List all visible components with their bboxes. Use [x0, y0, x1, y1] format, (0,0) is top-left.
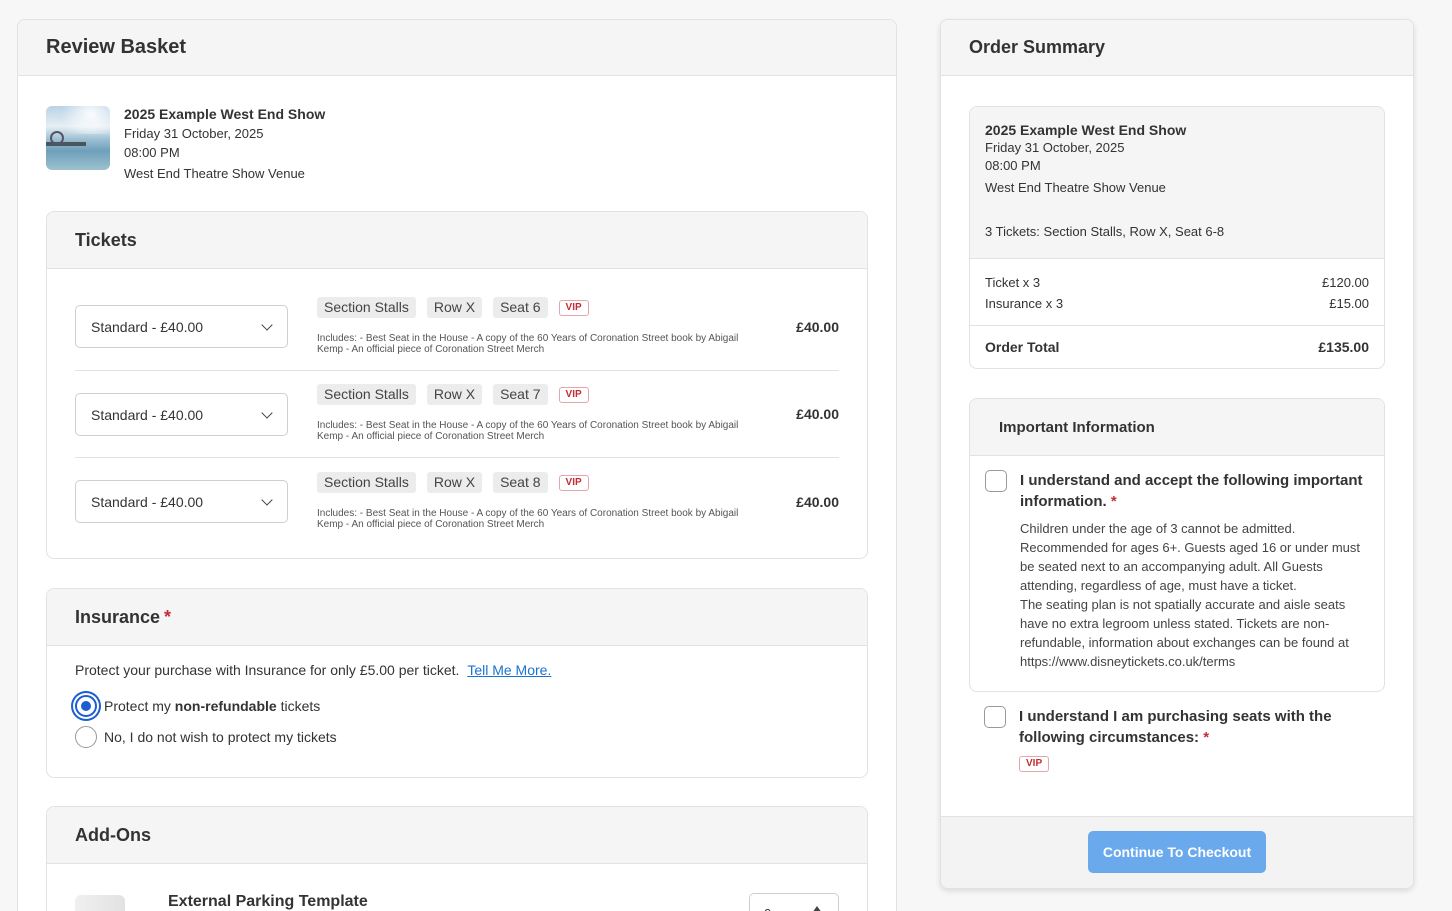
- insurance-title-text: Insurance: [75, 606, 161, 627]
- ticket-type-select[interactable]: Standard - £40.00: [75, 305, 288, 348]
- ticket-price: £40.00: [796, 319, 839, 335]
- event-name: 2025 Example West End Show: [124, 106, 326, 122]
- order-total-label: Order Total: [985, 339, 1060, 355]
- ticket-row: Standard - £40.00 Section Stalls Row X S…: [75, 371, 839, 458]
- insurance-no-label: No, I do not wish to protect my tickets: [104, 729, 337, 745]
- chevron-down-icon: [261, 407, 273, 419]
- continue-to-checkout-button[interactable]: Continue To Checkout: [1088, 831, 1266, 873]
- chevron-down-icon: [261, 319, 273, 331]
- ticket-type-select[interactable]: Standard - £40.00: [75, 393, 288, 436]
- row-tag: Row X: [426, 472, 483, 493]
- cost-label: Insurance x 3: [985, 296, 1064, 311]
- row-tag: Row X: [426, 297, 483, 318]
- circumstances-checkbox[interactable]: [984, 706, 1006, 728]
- increment-arrow-icon[interactable]: [812, 906, 822, 911]
- tickets-title: Tickets: [47, 212, 867, 269]
- summary-tickets-line: 3 Tickets: Section Stalls, Row X, Seat 6…: [985, 224, 1225, 239]
- order-summary-panel: Order Summary 2025 Example West End Show…: [940, 19, 1414, 889]
- ticket-type-value: Standard - £40.00: [91, 406, 204, 423]
- order-summary-title: Order Summary: [941, 20, 1413, 76]
- insurance-yes-radio[interactable]: [75, 695, 97, 717]
- cost-value: £15.00: [1329, 296, 1369, 311]
- section-tag: Section Stalls: [317, 384, 416, 405]
- ticket-type-select[interactable]: Standard - £40.00: [75, 480, 288, 523]
- row-tag: Row X: [426, 384, 483, 405]
- summary-event-name: 2025 Example West End Show: [985, 122, 1187, 138]
- review-basket-panel: Review Basket 2025 Example West End Show…: [17, 19, 897, 911]
- ticket-row: Standard - £40.00 Section Stalls Row X S…: [75, 284, 839, 371]
- summary-event-time: 08:00 PM: [985, 158, 1041, 173]
- cost-value: £120.00: [1322, 275, 1369, 290]
- insurance-title: Insurance *: [47, 589, 867, 646]
- cost-breakdown: Ticket x 3 £120.00 Insurance x 3 £15.00: [970, 259, 1384, 326]
- insurance-text: Protect your purchase with Insurance for…: [75, 662, 460, 678]
- insurance-option-yes[interactable]: Protect my non-refundable tickets: [75, 695, 320, 717]
- section-tag: Section Stalls: [317, 472, 416, 493]
- important-information-box: Important Information I understand and a…: [969, 398, 1385, 692]
- important-information-title: Important Information: [970, 399, 1384, 456]
- cost-label: Ticket x 3: [985, 275, 1041, 290]
- important-information-text: Children under the age of 3 cannot be ad…: [1020, 519, 1368, 671]
- insurance-yes-label: Protect my non-refundable tickets: [104, 698, 321, 714]
- ticket-includes: Includes: - Best Seat in the House - A c…: [317, 420, 739, 442]
- required-asterisk: *: [164, 606, 172, 627]
- chevron-down-icon: [261, 494, 273, 506]
- info-paragraph: The seating plan is not spatially accura…: [1020, 597, 1349, 669]
- tell-me-more-link[interactable]: Tell Me More.: [467, 662, 551, 678]
- insurance-description: Protect your purchase with Insurance for…: [75, 662, 551, 678]
- insurance-no-radio[interactable]: [75, 726, 97, 748]
- ticket-row: Standard - £40.00 Section Stalls Row X S…: [75, 458, 839, 545]
- accept-info-label[interactable]: I understand and accept the following im…: [1020, 470, 1370, 512]
- ticket-price: £40.00: [796, 406, 839, 422]
- seat-tag: Seat 7: [493, 384, 548, 405]
- addon-quantity-value: 0: [764, 906, 771, 911]
- ticket-price: £40.00: [796, 494, 839, 510]
- vip-badge: VIP: [558, 386, 589, 403]
- summary-footer: Continue To Checkout: [941, 816, 1413, 888]
- insurance-option-no[interactable]: No, I do not wish to protect my tickets: [75, 726, 337, 748]
- event-thumbnail: [46, 106, 110, 170]
- cost-row: Ticket x 3 £120.00: [985, 272, 1369, 293]
- event-venue: West End Theatre Show Venue: [124, 166, 305, 181]
- tickets-section: Tickets Standard - £40.00 Section Stalls…: [46, 211, 868, 559]
- addon-quantity-stepper[interactable]: 0: [749, 893, 839, 911]
- ticket-type-value: Standard - £40.00: [91, 493, 204, 510]
- order-details-box: 2025 Example West End Show Friday 31 Oct…: [969, 106, 1385, 369]
- event-info: 2025 Example West End Show Friday 31 Oct…: [46, 106, 325, 183]
- vip-badge: VIP: [558, 299, 589, 316]
- seat-tag: Seat 6: [493, 297, 548, 318]
- order-total-value: £135.00: [1318, 339, 1369, 355]
- addons-title: Add-Ons: [47, 807, 867, 864]
- circumstances-label[interactable]: I understand I am purchasing seats with …: [1019, 706, 1359, 748]
- summary-event-venue: West End Theatre Show Venue: [985, 180, 1166, 195]
- section-tag: Section Stalls: [317, 297, 416, 318]
- vip-badge: VIP: [558, 474, 589, 491]
- ticket-includes: Includes: - Best Seat in the House - A c…: [317, 333, 739, 355]
- ticket-type-value: Standard - £40.00: [91, 318, 204, 335]
- ticket-includes: Includes: - Best Seat in the House - A c…: [317, 508, 739, 530]
- cost-row: Insurance x 3 £15.00: [985, 293, 1369, 314]
- review-basket-title: Review Basket: [18, 20, 896, 76]
- addon-name: External Parking Template: [168, 893, 368, 910]
- addons-section: Add-Ons External Parking Template 0: [46, 806, 868, 911]
- summary-event-date: Friday 31 October, 2025: [985, 140, 1125, 155]
- order-total-row: Order Total £135.00: [970, 326, 1384, 355]
- accept-info-checkbox[interactable]: [985, 470, 1007, 492]
- event-date: Friday 31 October, 2025: [124, 126, 264, 141]
- info-paragraph: Children under the age of 3 cannot be ad…: [1020, 521, 1360, 593]
- event-time: 08:00 PM: [124, 145, 180, 160]
- seat-tag: Seat 8: [493, 472, 548, 493]
- insurance-section: Insurance * Protect your purchase with I…: [46, 588, 868, 778]
- vip-badge: VIP: [1019, 756, 1050, 772]
- addon-thumbnail: [75, 895, 125, 911]
